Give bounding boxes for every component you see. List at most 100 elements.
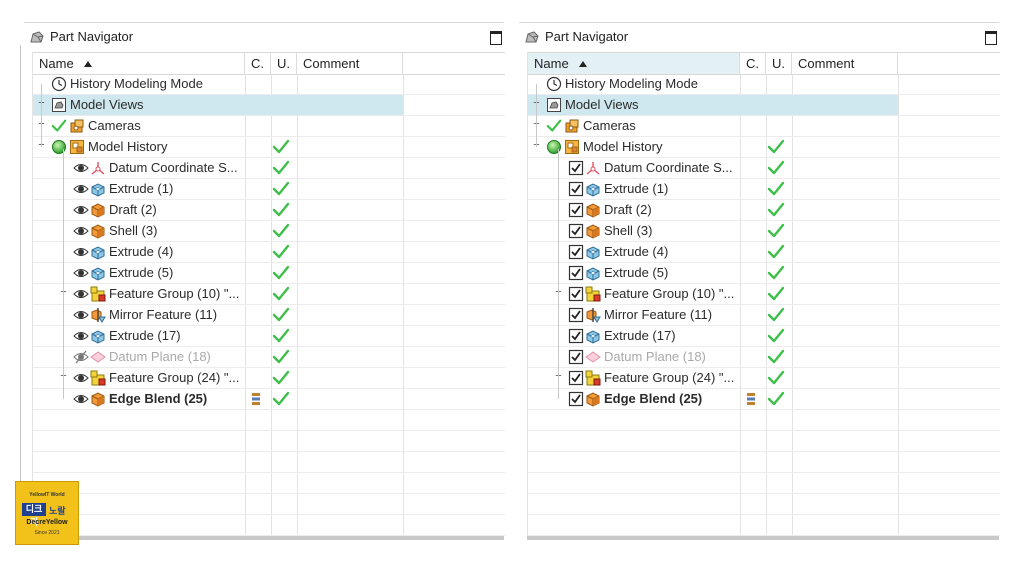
tree-row[interactable]: Extrude (1): [33, 179, 505, 200]
tree-row[interactable]: History Modeling Mode: [528, 74, 1000, 95]
tree-row[interactable]: Datum Plane (18): [528, 347, 1000, 368]
eye-icon[interactable]: [73, 286, 89, 302]
checkbox-checked-icon[interactable]: [568, 265, 584, 281]
datum-plane-icon: [585, 349, 601, 365]
green-check-icon: [767, 306, 785, 324]
solid-feature-icon: [90, 202, 106, 218]
eye-icon[interactable]: [73, 223, 89, 239]
tree-row[interactable]: Extrude (5): [33, 263, 505, 284]
camera-icon: [69, 118, 85, 134]
tree-row[interactable]: Extrude (4): [33, 242, 505, 263]
checkbox-checked-icon[interactable]: [568, 391, 584, 407]
green-check-icon: [272, 348, 290, 366]
tree-row[interactable]: Extrude (1): [528, 179, 1000, 200]
tree-row[interactable]: Edge Blend (25): [528, 389, 1000, 410]
row-label: Extrude (17): [109, 328, 181, 343]
column-header-c[interactable]: C.: [245, 53, 271, 74]
row-label: Datum Plane (18): [109, 349, 211, 364]
column-header-comment[interactable]: Comment: [297, 53, 403, 74]
eye-icon[interactable]: [73, 181, 89, 197]
tree-row[interactable]: Mirror Feature (11): [528, 305, 1000, 326]
row-label: Feature Group (24) "...: [109, 370, 240, 385]
tree-row[interactable]: Datum Coordinate S...: [528, 158, 1000, 179]
checkbox-checked-icon[interactable]: [568, 181, 584, 197]
empty-row: [33, 452, 505, 473]
maximize-button[interactable]: [490, 31, 502, 45]
row-label: History Modeling Mode: [565, 76, 698, 91]
row-label: Model History: [88, 139, 168, 154]
column-header-row: Name C. U. Comment: [528, 53, 1000, 75]
feature-group-icon: [90, 370, 106, 386]
green-check-icon: [767, 159, 785, 177]
up-to-date-flag-icon: [747, 393, 755, 405]
tree-row[interactable]: Mirror Feature (11): [33, 305, 505, 326]
green-check-icon: [272, 159, 290, 177]
name-cell: +Feature Group (24) "...: [528, 368, 740, 388]
column-header-comment[interactable]: Comment: [792, 53, 898, 74]
name-cell: Extrude (5): [33, 263, 245, 283]
tree-row[interactable]: −Model History: [528, 137, 1000, 158]
name-cell: Mirror Feature (11): [528, 305, 740, 325]
name-cell: Draft (2): [528, 200, 740, 220]
tree-row[interactable]: Datum Coordinate S...: [33, 158, 505, 179]
tree-row[interactable]: −Model History: [33, 137, 505, 158]
extrude-icon: [585, 265, 601, 281]
checkbox-checked-icon[interactable]: [568, 349, 584, 365]
eye-icon[interactable]: [73, 328, 89, 344]
checkbox-checked-icon[interactable]: [568, 328, 584, 344]
maximize-button[interactable]: [985, 31, 997, 45]
tree-row[interactable]: +Cameras: [33, 116, 505, 137]
checkbox-checked-icon[interactable]: [568, 244, 584, 260]
checkbox-checked-icon[interactable]: [568, 370, 584, 386]
tree-row[interactable]: Edge Blend (25): [33, 389, 505, 410]
eye-icon[interactable]: [73, 307, 89, 323]
checkbox-checked-icon[interactable]: [568, 286, 584, 302]
tree-connector: [558, 149, 559, 399]
green-check-icon: [767, 327, 785, 345]
name-cell: History Modeling Mode: [33, 74, 245, 94]
tree-row[interactable]: +Feature Group (24) "...: [528, 368, 1000, 389]
green-check-icon: [767, 201, 785, 219]
tree-row[interactable]: Extrude (4): [528, 242, 1000, 263]
tree-row[interactable]: Shell (3): [528, 221, 1000, 242]
tree-row[interactable]: Datum Plane (18): [33, 347, 505, 368]
tree-row[interactable]: Extrude (17): [528, 326, 1000, 347]
tree-row[interactable]: +Feature Group (10) "...: [528, 284, 1000, 305]
up-to-date-flag-icon: [252, 393, 260, 405]
tree-row[interactable]: +Feature Group (10) "...: [33, 284, 505, 305]
tree-row[interactable]: Shell (3): [33, 221, 505, 242]
eye-icon[interactable]: [73, 391, 89, 407]
horizontal-scrollbar[interactable]: [32, 536, 504, 540]
tree-row[interactable]: +Cameras: [528, 116, 1000, 137]
hidden-eye-icon[interactable]: [73, 349, 89, 365]
eye-icon[interactable]: [73, 370, 89, 386]
column-header-name[interactable]: Name: [528, 53, 740, 74]
checkbox-checked-icon[interactable]: [568, 202, 584, 218]
tree-row[interactable]: History Modeling Mode: [33, 74, 505, 95]
checkbox-checked-icon[interactable]: [568, 307, 584, 323]
horizontal-scrollbar[interactable]: [527, 536, 999, 540]
name-cell: +Model Views: [528, 95, 740, 115]
tree-row[interactable]: Draft (2): [33, 200, 505, 221]
column-header-u[interactable]: U.: [271, 53, 297, 74]
tree-row[interactable]: Draft (2): [528, 200, 1000, 221]
checkbox-checked-icon[interactable]: [568, 223, 584, 239]
column-header-row: Name C. U. Comment: [33, 53, 505, 75]
tree-row[interactable]: +Model Views: [528, 95, 1000, 116]
watermark-middle-text: DecreYellow: [26, 519, 68, 526]
green-check-icon: [767, 222, 785, 240]
tree-row[interactable]: Extrude (17): [33, 326, 505, 347]
eye-icon[interactable]: [73, 244, 89, 260]
column-header-u[interactable]: U.: [766, 53, 792, 74]
green-check-icon: [767, 180, 785, 198]
column-header-c[interactable]: C.: [740, 53, 766, 74]
tree-row[interactable]: +Model Views: [33, 95, 505, 116]
watermark-box-text: 디크리: [22, 503, 46, 527]
checkbox-checked-icon[interactable]: [568, 160, 584, 176]
tree-row[interactable]: Extrude (5): [528, 263, 1000, 284]
eye-icon[interactable]: [73, 202, 89, 218]
eye-icon[interactable]: [73, 265, 89, 281]
column-header-name[interactable]: Name: [33, 53, 245, 74]
eye-icon[interactable]: [73, 160, 89, 176]
tree-row[interactable]: +Feature Group (24) "...: [33, 368, 505, 389]
